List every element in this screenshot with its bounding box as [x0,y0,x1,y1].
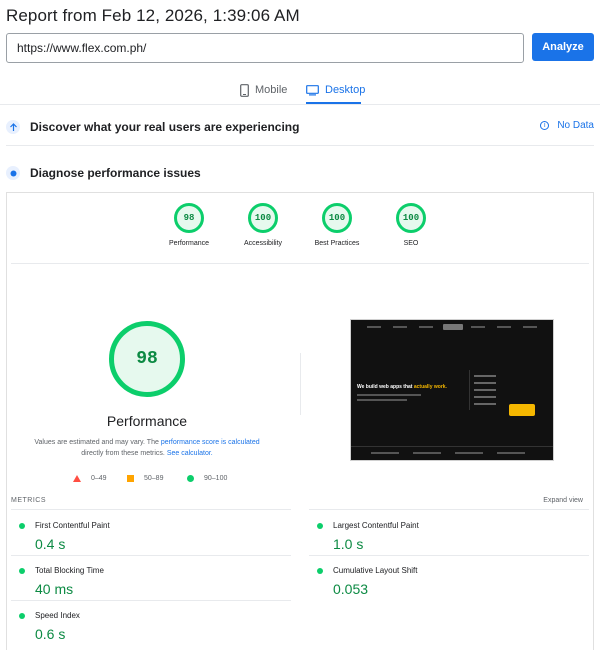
screenshot-logo [443,324,463,330]
url-input[interactable] [6,33,524,63]
gauge-best-practices-score: 100 [322,203,352,233]
screenshot-headline-accent: actually work. [413,384,447,390]
gauge-seo[interactable]: 100 SEO [371,203,451,247]
info-icon: i [540,121,550,130]
page-screenshot: We build web apps that actually work. [350,319,554,461]
legend-average: 50–89 [127,475,163,482]
pass-circle-icon [19,567,25,574]
legend-average-range: 50–89 [144,475,164,482]
monitor-icon [306,84,319,95]
page-title: Report from Feb 12, 2026, 1:39:06 AM [6,6,300,25]
screenshot-footer-item [371,452,399,454]
crux-icon [6,120,20,134]
screenshot-panel [469,370,503,410]
screenshot-footer-item [413,452,441,454]
metrics-heading: METRICS [11,497,46,504]
gauge-best-practices[interactable]: 100 Best Practices [297,203,377,247]
no-data-link[interactable]: i No Data [540,120,594,131]
screenshot-footer-item [455,452,483,454]
gauge-performance-score: 98 [174,203,204,233]
diagnose-section: Diagnose performance issues [6,166,201,180]
report-card: 98 Performance 100 Accessibility 100 Bes… [6,192,594,650]
gauge-accessibility-score: 100 [248,203,278,233]
screenshot-subtext-2 [357,399,407,401]
lighthouse-icon [6,166,20,180]
pass-circle-icon [19,522,25,529]
metrics-divider [309,509,589,510]
expand-view-button[interactable]: Expand view [543,497,583,504]
pass-circle-icon [317,522,323,529]
metrics-divider [11,600,291,601]
metric-lcp: Largest Contentful Paint 1.0 s [317,521,587,552]
performance-score-gauge: 98 [109,321,185,397]
screenshot-cta [509,404,535,416]
metric-lcp-value: 1.0 s [333,536,364,552]
no-data-label: No Data [557,120,594,131]
real-users-section[interactable]: Discover what your real users are experi… [6,120,299,134]
metric-tbt-value: 40 ms [35,581,74,597]
metric-si: Speed Index 0.6 s [19,611,289,642]
legend-pass: 90–100 [187,475,227,482]
metric-fcp-name: First Contentful Paint [35,521,110,530]
tab-mobile-label: Mobile [255,84,288,96]
section-divider [6,145,594,146]
real-users-label: Discover what your real users are experi… [30,120,300,134]
fail-triangle-icon [73,475,81,482]
metric-cls-value: 0.053 [333,581,369,597]
tabs-divider [0,104,600,105]
metric-si-value: 0.6 s [35,626,66,642]
legend-fail: 0–49 [73,475,107,482]
score-note: Values are estimated and may vary. The p… [27,437,267,459]
tab-desktop[interactable]: Desktop [306,80,365,100]
gauge-accessibility[interactable]: 100 Accessibility [223,203,303,247]
average-square-icon [127,475,134,482]
metrics-divider [11,555,291,556]
gauge-seo-score: 100 [396,203,426,233]
tab-mobile[interactable]: Mobile [240,80,287,100]
screenshot-headline-main: We build web apps that [357,384,414,390]
screenshot-subtext [357,394,421,396]
gauge-best-practices-label: Best Practices [314,240,360,247]
note-prefix: Values are estimated and may vary. The [34,439,161,446]
metric-lcp-name: Largest Contentful Paint [333,521,419,530]
diagnose-label: Diagnose performance issues [30,166,201,180]
note-mid: directly from these metrics. [81,450,167,458]
phone-icon [240,83,249,97]
metrics-divider [309,555,589,556]
metric-fcp-value: 0.4 s [35,536,66,552]
metric-cls-name: Cumulative Layout Shift [333,566,418,575]
metric-tbt: Total Blocking Time 40 ms [19,566,289,597]
screenshot-footer-item [497,452,525,454]
metric-fcp: First Contentful Paint 0.4 s [19,521,289,552]
pass-circle-icon [187,475,194,482]
gauge-accessibility-label: Accessibility [243,240,283,247]
vertical-divider [300,353,301,415]
gauge-performance[interactable]: 98 Performance [149,203,229,247]
gauge-performance-label: Performance [168,240,210,247]
metric-cls: Cumulative Layout Shift 0.053 [317,566,587,597]
metric-si-name: Speed Index [35,611,80,620]
pass-circle-icon [19,612,25,619]
analyze-button[interactable]: Analyze [532,33,594,61]
pass-circle-icon [317,567,323,574]
see-calculator-link[interactable]: See calculator. [167,450,213,457]
screenshot-footer-line [351,446,553,447]
metrics-divider [11,509,291,510]
screenshot-headline: We build web apps that actually work. [357,384,447,390]
legend-pass-range: 90–100 [204,475,228,482]
category-gauges: 98 Performance 100 Accessibility 100 Bes… [7,203,593,253]
performance-label: Performance [106,413,188,429]
card-divider [11,263,589,264]
score-calculated-link[interactable]: performance score is calculated [161,439,260,446]
tab-desktop-label: Desktop [325,84,366,96]
gauge-seo-label: SEO [403,240,419,247]
metric-tbt-name: Total Blocking Time [35,566,104,575]
legend-fail-range: 0–49 [91,475,107,482]
